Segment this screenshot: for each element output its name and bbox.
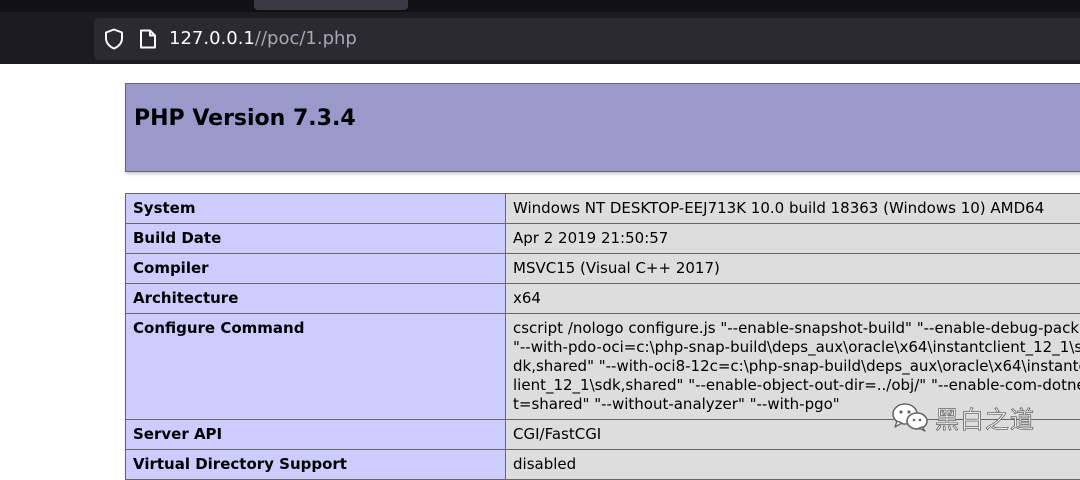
row-label: System <box>126 194 506 224</box>
row-value: x64 <box>506 284 1080 314</box>
wechat-icon <box>891 402 929 432</box>
row-label: Architecture <box>126 284 506 314</box>
row-value: MSVC15 (Visual C++ 2017) <box>506 254 1080 284</box>
table-row: Virtual Directory Support disabled <box>126 450 1080 480</box>
table-row: Build Date Apr 2 2019 21:50:57 <box>126 224 1080 254</box>
row-value: Apr 2 2019 21:50:57 <box>506 224 1080 254</box>
row-value: Windows NT DESKTOP-EEJ713K 10.0 build 18… <box>506 194 1080 224</box>
table-row: Compiler MSVC15 (Visual C++ 2017) <box>126 254 1080 284</box>
active-tab[interactable] <box>254 0 408 10</box>
row-label: Build Date <box>126 224 506 254</box>
watermark-text: 黑白之道 <box>935 400 1035 435</box>
url-host: 127.0.0.1 <box>169 28 255 49</box>
row-label: Compiler <box>126 254 506 284</box>
shield-icon[interactable] <box>104 28 124 50</box>
tab-strip <box>0 0 1080 12</box>
phpinfo-header: PHP Version 7.3.4 <box>125 83 1080 172</box>
table-row: System Windows NT DESKTOP-EEJ713K 10.0 b… <box>126 194 1080 224</box>
url-text[interactable]: 127.0.0.1//poc/1.php <box>169 28 357 50</box>
row-label: Virtual Directory Support <box>126 450 506 480</box>
page-icon[interactable] <box>139 29 157 49</box>
row-label: Configure Command <box>126 314 506 420</box>
row-label: Server API <box>126 420 506 450</box>
row-value: disabled <box>506 450 1080 480</box>
page-title: PHP Version 7.3.4 <box>134 106 356 131</box>
url-path: //poc/1.php <box>255 28 357 49</box>
table-row: Architecture x64 <box>126 284 1080 314</box>
browser-toolbar: 127.0.0.1//poc/1.php <box>0 0 1080 64</box>
phpinfo-table: System Windows NT DESKTOP-EEJ713K 10.0 b… <box>125 193 1080 480</box>
watermark: 黑白之道 <box>891 400 1035 434</box>
